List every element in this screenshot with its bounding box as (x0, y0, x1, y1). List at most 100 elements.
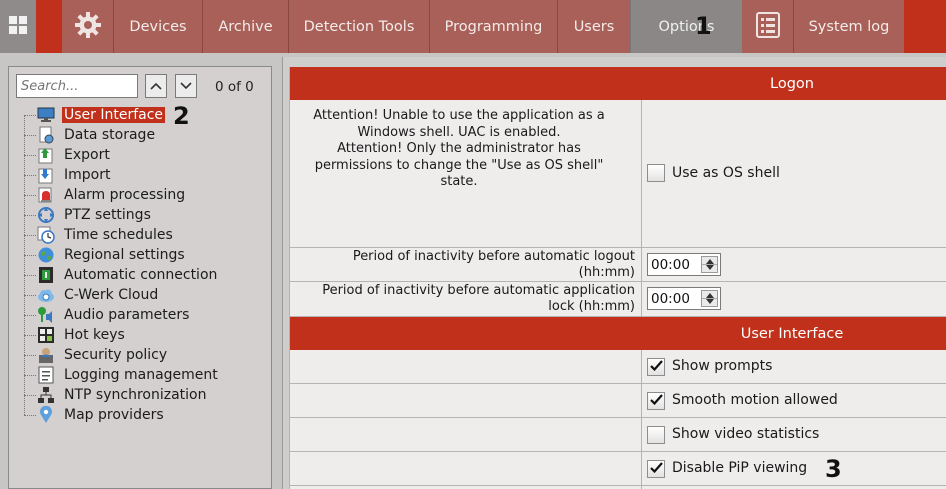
inactivity-logout-label: Period of inactivity before automatic lo… (295, 249, 635, 281)
row-value-cell: Smooth motion allowed (643, 384, 946, 417)
grid-icon (8, 15, 28, 39)
tree-item-label: Automatic connection (64, 267, 218, 283)
search-next-button[interactable] (175, 74, 197, 98)
tree-item-label: Map providers (64, 407, 164, 423)
row-label-cell (290, 418, 642, 451)
row-value-cell: Disable PiP viewing 3 (643, 452, 946, 485)
tree-item-label: Time schedules (64, 227, 173, 243)
keyboard-icon (37, 326, 55, 344)
tree-item-import[interactable]: Import (24, 165, 112, 185)
search-input[interactable] (16, 74, 138, 98)
data-storage-icon (37, 126, 55, 144)
tree-item-audio-parameters[interactable]: Audio parameters (24, 305, 191, 325)
monitor-icon (37, 106, 55, 124)
tree-item-regional-settings[interactable]: Regional settings (24, 245, 187, 265)
home-button[interactable] (0, 0, 36, 53)
row-value-cell: Show video statistics (643, 418, 946, 451)
smooth-motion-label: Smooth motion allowed (672, 392, 838, 408)
tab-system-log[interactable]: System log (793, 0, 904, 53)
time-spinner[interactable] (701, 256, 718, 273)
tree-item-export[interactable]: Export (24, 145, 112, 165)
tree-item-label: Hot keys (64, 327, 125, 343)
warning-line: permissions to change the "Use as OS she… (314, 157, 604, 173)
row-label-cell (290, 384, 642, 417)
row-value-cell: 00:00 (643, 282, 946, 316)
row-label-cell: Period of inactivity before automatic lo… (290, 248, 642, 281)
row-value-cell: Use as OS shell (643, 100, 946, 247)
security-icon (37, 346, 55, 364)
tree-item-alarm-processing[interactable]: Alarm processing (24, 185, 187, 205)
time-value: 00:00 (651, 291, 690, 307)
export-icon (37, 146, 55, 164)
tree-item-security-policy[interactable]: Security policy (24, 345, 169, 365)
search-previous-button[interactable] (145, 74, 167, 98)
chevron-up-icon (150, 78, 162, 94)
tree-item-ptz-settings[interactable]: PTZ settings (24, 205, 153, 225)
checkmark-icon (649, 461, 663, 477)
use-as-os-shell-checkbox[interactable] (647, 164, 665, 182)
settings-tree-panel: 0 of 0 User Interface 2 Data storage Exp… (8, 66, 272, 489)
clock-icon (37, 226, 55, 244)
gear-icon (74, 11, 102, 43)
time-spinner[interactable] (701, 290, 718, 307)
tree-item-label: PTZ settings (64, 207, 151, 223)
main-tabs: Devices Archive Detection Tools Programm… (62, 0, 742, 53)
tree-item-time-schedules[interactable]: Time schedules (24, 225, 175, 245)
tree-item-label: Audio parameters (64, 307, 190, 323)
inactivity-lock-time-input[interactable]: 00:00 (647, 287, 721, 310)
tree-item-label: NTP synchronization (64, 387, 207, 403)
row-show-prompts: Show prompts (290, 350, 946, 384)
tab-devices[interactable]: Devices (113, 0, 202, 53)
tree-item-label: Export (64, 147, 110, 163)
tree-item-label: Logging management (64, 367, 218, 383)
tree-item-user-interface[interactable]: User Interface 2 (24, 104, 190, 128)
settings-content-panel: Logon Attention! Unable to use the appli… (282, 57, 946, 489)
row-inactivity-logout: Period of inactivity before automatic lo… (290, 248, 946, 282)
label-line: Period of inactivity before automatic ap… (322, 283, 635, 298)
tree-item-label: User Interface (62, 107, 166, 123)
callout-3: 3 (825, 455, 842, 483)
tree-item-c-werk-cloud[interactable]: C-Werk Cloud (24, 285, 160, 305)
map-pin-icon (37, 406, 55, 424)
system-log-block: System log (742, 0, 904, 53)
row-label-cell: Period of inactivity before automatic ap… (290, 282, 642, 316)
tree-item-data-storage[interactable]: Data storage (24, 125, 157, 145)
show-prompts-checkbox[interactable] (647, 358, 665, 376)
cloud-icon (37, 286, 55, 304)
label-line: lock (hh:mm) (548, 299, 635, 314)
tab-detection-tools[interactable]: Detection Tools (288, 0, 429, 53)
row-inactivity-lock: Period of inactivity before automatic ap… (290, 282, 946, 317)
connection-icon (37, 266, 55, 284)
tree-item-hot-keys[interactable]: Hot keys (24, 325, 127, 345)
system-log-icon-button[interactable] (742, 0, 793, 53)
callout-1: 1 (695, 12, 712, 40)
show-video-statistics-checkbox[interactable] (647, 426, 665, 444)
alarm-icon (37, 186, 55, 204)
tab-options[interactable]: Options (630, 0, 742, 53)
smooth-motion-checkbox[interactable] (647, 392, 665, 410)
tab-programming[interactable]: Programming (429, 0, 557, 53)
inactivity-logout-time-input[interactable]: 00:00 (647, 253, 721, 276)
audio-icon (37, 306, 55, 324)
tree-item-label: Regional settings (64, 247, 185, 263)
tree-item-label: Security policy (64, 347, 168, 363)
settings-tab[interactable] (62, 0, 113, 53)
warning-line: state. (440, 174, 478, 189)
warning-line: Attention! Only the administrator has (337, 141, 581, 156)
warning-line: Windows shell. UAC is enabled. (357, 124, 561, 140)
document-list-icon (755, 11, 781, 43)
disable-pip-checkbox[interactable] (647, 460, 665, 478)
tree-item-logging-management[interactable]: Logging management (24, 365, 220, 385)
network-icon (37, 386, 55, 404)
tab-users[interactable]: Users (557, 0, 630, 53)
tab-archive[interactable]: Archive (202, 0, 288, 53)
row-use-as-os-shell: Attention! Unable to use the application… (290, 100, 946, 248)
tree-item-label: Import (64, 167, 111, 183)
tree-item-ntp-synchronization[interactable]: NTP synchronization (24, 385, 208, 405)
uac-warning-text: Attention! Unable to use the application… (304, 108, 614, 191)
section-title: Logon (770, 75, 814, 92)
use-as-os-shell-label: Use as OS shell (672, 165, 780, 181)
tree-item-map-providers[interactable]: Map providers (24, 405, 166, 425)
top-navigation-bar: Devices Archive Detection Tools Programm… (0, 0, 946, 53)
tree-item-automatic-connection[interactable]: Automatic connection (24, 265, 219, 285)
